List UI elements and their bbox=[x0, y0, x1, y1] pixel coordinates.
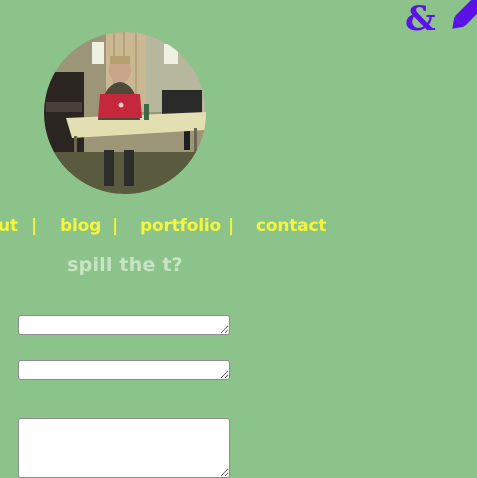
name-field[interactable] bbox=[18, 315, 230, 335]
profile-photo-avatar bbox=[44, 32, 206, 194]
nav-link-contact[interactable]: contact bbox=[256, 216, 326, 236]
nav-separator: | bbox=[228, 216, 235, 236]
form-title: spill the t? bbox=[67, 254, 183, 276]
email-field[interactable] bbox=[18, 360, 230, 380]
nav-separator: | bbox=[112, 216, 119, 236]
nav-separator: | bbox=[31, 216, 38, 236]
nav-link-about[interactable]: ut bbox=[0, 216, 18, 236]
nav-link-portfolio[interactable]: portfolio bbox=[140, 216, 221, 236]
main-navigation: ut | blog | portfolio | contact bbox=[0, 212, 477, 240]
nav-link-blog[interactable]: blog bbox=[60, 216, 101, 236]
message-field[interactable] bbox=[18, 418, 230, 478]
ampersand-pencil-logo-icon[interactable]: & bbox=[405, 0, 477, 39]
svg-text:&: & bbox=[405, 0, 436, 34]
